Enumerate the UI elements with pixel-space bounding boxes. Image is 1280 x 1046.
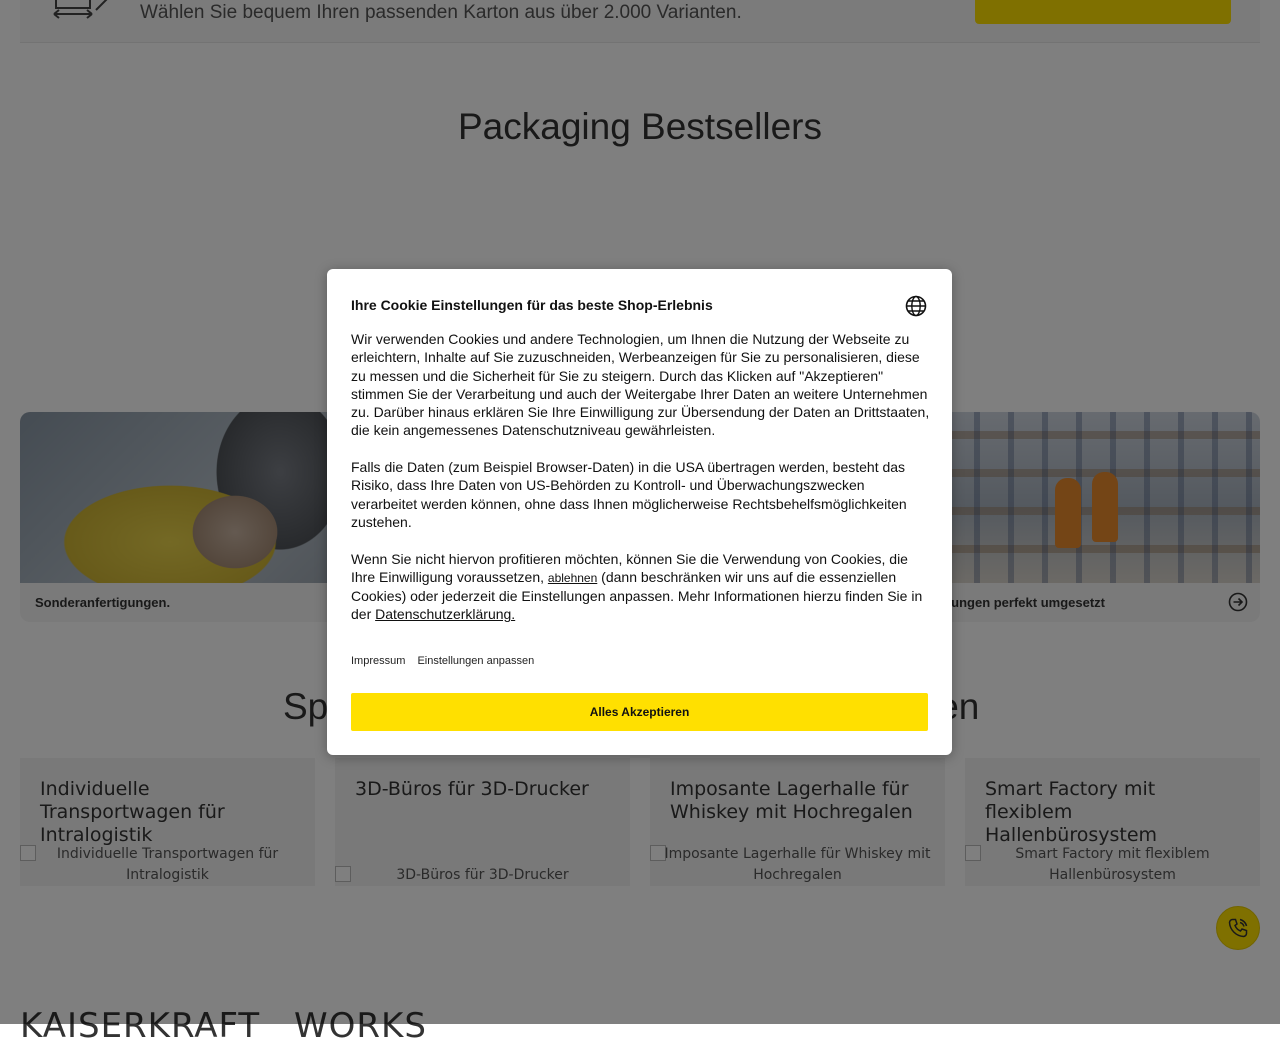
reject-cookies-link[interactable]: ablehnen <box>548 571 597 585</box>
cookie-consent-dialog: Ihre Cookie Einstellungen für das beste … <box>327 269 952 755</box>
cookie-footer-links: Impressum Einstellungen anpassen <box>351 655 543 667</box>
accept-all-button[interactable]: Alles Akzeptieren <box>351 693 928 731</box>
cookie-dialog-body: Wir verwenden Cookies und andere Technol… <box>351 330 931 642</box>
globe-icon[interactable] <box>905 295 927 317</box>
adjust-settings-link[interactable]: Einstellungen anpassen <box>417 655 534 667</box>
imprint-link[interactable]: Impressum <box>351 655 405 667</box>
cookie-text-paragraph: Falls die Daten (zum Beispiel Browser-Da… <box>351 459 907 530</box>
cookie-text-paragraph: Wir verwenden Cookies und andere Technol… <box>351 331 930 439</box>
cookie-text-paragraph: Wenn Sie nicht hiervon profitieren möcht… <box>351 550 931 624</box>
privacy-policy-link[interactable]: Datenschutzerklärung. <box>375 606 515 622</box>
cookie-dialog-title: Ihre Cookie Einstellungen für das beste … <box>351 297 713 313</box>
